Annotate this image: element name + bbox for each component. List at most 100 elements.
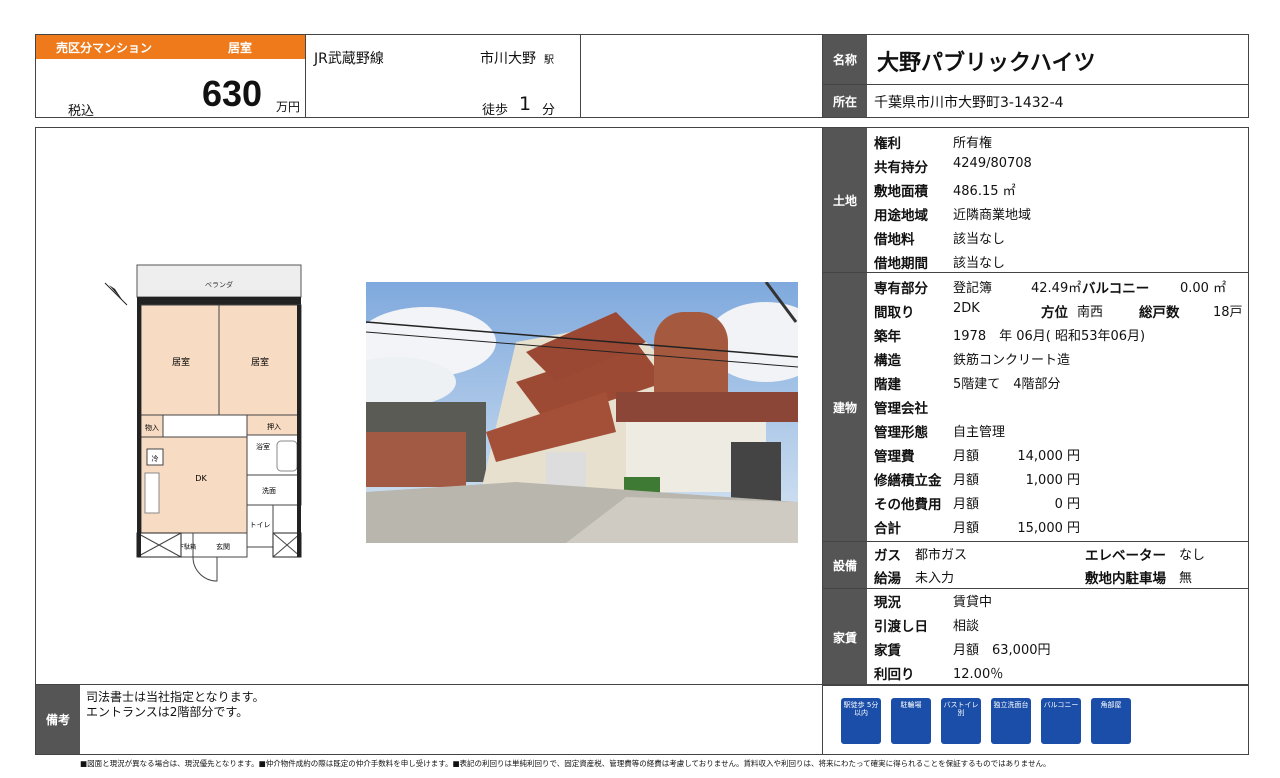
fee-period: 月額 bbox=[953, 473, 980, 488]
fee-label: 管理費 bbox=[874, 449, 915, 465]
land-area-value: 486.15 ㎡ bbox=[953, 184, 1016, 199]
remarks-line2: エントランスは2階部分です。 bbox=[86, 705, 249, 719]
equipment-section: 設備 ガス 都市ガス エレベーター なし 給湯 未入力 敷地内駐車場 無 bbox=[822, 541, 1249, 589]
built-label: 築年 bbox=[874, 329, 901, 345]
units-value: 18戸 bbox=[1213, 305, 1243, 320]
balcony-icon: バルコニー bbox=[1041, 698, 1081, 744]
bath-label: 浴室 bbox=[256, 442, 270, 451]
feature-icons: 駅徒歩 5分以内 駐輪場 バストイレ別 独立洗面台 バルコニー 角部屋 bbox=[822, 684, 1249, 755]
land-term-value: 該当なし bbox=[953, 256, 1006, 271]
land-section: 土地 権利 所有権 共有持分 4249/80708 敷地面積 486.15 ㎡ … bbox=[822, 127, 1249, 273]
room2-label: 居室 bbox=[251, 356, 269, 368]
station-suffix: 駅 bbox=[544, 55, 554, 66]
spacer-box bbox=[580, 34, 823, 118]
wash-label: 洗面 bbox=[262, 486, 276, 495]
fee-period: 月額 bbox=[953, 521, 980, 536]
fee-label: 合計 bbox=[874, 521, 901, 537]
fee-label: 修繕積立金 bbox=[874, 473, 942, 489]
image-panel: ベランダ 居室 居室 物入 押入 冷 DK 浴室 洗面 トイレ 玄関 下駄箱 bbox=[35, 127, 823, 685]
rent-section: 家賃 現況 賃貸中 引渡し日 相談 家賃 月額 63,000円 利回り 12.0… bbox=[822, 588, 1249, 686]
fee-amount: 0 円 bbox=[1054, 497, 1080, 512]
land-right-value: 所有権 bbox=[953, 136, 993, 151]
elevator-value: なし bbox=[1179, 548, 1206, 563]
parking-label: 敷地内駐車場 bbox=[1085, 571, 1166, 587]
status-value: 賃貸中 bbox=[953, 595, 993, 610]
fee-period: 月額 bbox=[953, 449, 980, 464]
tax-label: 税込 bbox=[68, 104, 95, 119]
mgmt-form-label: 管理形態 bbox=[874, 425, 928, 441]
mgmt-company-label: 管理会社 bbox=[874, 401, 928, 417]
building-label: 建物 bbox=[823, 273, 867, 541]
structure-label: 構造 bbox=[874, 353, 901, 369]
price-box: 売区分マンション 居室 税込 630 万円 bbox=[35, 34, 306, 119]
building-photo bbox=[366, 282, 798, 543]
property-name: 大野パブリックハイツ bbox=[877, 51, 1096, 76]
equipment-label: 設備 bbox=[823, 542, 867, 588]
handover-value: 相談 bbox=[953, 619, 980, 634]
mgmt-form-value: 自主管理 bbox=[953, 425, 1006, 440]
rent-amount-label: 家賃 bbox=[874, 643, 901, 659]
walk-minutes: 1 bbox=[519, 93, 532, 115]
property-type-label: 売区分マンション bbox=[56, 41, 153, 55]
elevator-label: エレベーター bbox=[1085, 548, 1166, 564]
fee-amount: 14,000 円 bbox=[1017, 449, 1080, 464]
building-section: 建物 専有部分 登記簿 42.49㎡ バルコニー 0.00 ㎡ 間取り 2DK … bbox=[822, 272, 1249, 542]
land-right-label: 権利 bbox=[874, 136, 901, 152]
units-label: 総戸数 bbox=[1139, 305, 1180, 321]
property-address: 千葉県市川市大野町3-1432-4 bbox=[874, 95, 1064, 111]
status-label: 現況 bbox=[874, 595, 901, 611]
vanity-icon: 独立洗面台 bbox=[991, 698, 1031, 744]
bath-toilet-separate-icon: バストイレ別 bbox=[941, 698, 981, 744]
gas-value: 都市ガス bbox=[915, 548, 968, 563]
direction-label: 方位 bbox=[1041, 305, 1068, 321]
storage1-label: 物入 bbox=[145, 423, 159, 432]
station-name: 市川大野 bbox=[480, 51, 536, 67]
structure-value: 鉄筋コンクリート造 bbox=[953, 353, 1071, 368]
fridge-label: 冷 bbox=[152, 454, 159, 463]
hotwater-label: 給湯 bbox=[874, 571, 901, 587]
fee-label: その他費用 bbox=[874, 497, 942, 513]
footer-note: ■図面と現況が異なる場合は、現況優先となります。■仲介物件成約の際は既定の仲介手… bbox=[80, 759, 1051, 768]
direction-value: 南西 bbox=[1077, 305, 1104, 320]
balcony-label: バルコニー bbox=[1082, 281, 1150, 297]
gas-label: ガス bbox=[874, 548, 901, 564]
name-box: 名称 大野パブリックハイツ 所在 千葉県市川市大野町3-1432-4 bbox=[822, 34, 1249, 118]
access-box: JR武蔵野線 市川大野 駅 徒歩 1 分 bbox=[305, 34, 581, 118]
dk-label: DK bbox=[195, 474, 207, 483]
fee-amount: 15,000 円 bbox=[1017, 521, 1080, 536]
remarks-section: 備考 司法書士は当社指定となります。 エントランスは2階部分です。 bbox=[35, 684, 823, 755]
entrance-label: 玄関 bbox=[216, 542, 230, 551]
floors-value: 5階建て 4階部分 bbox=[953, 377, 1061, 392]
storage2-label: 押入 bbox=[267, 422, 281, 431]
type-header: 売区分マンション 居室 bbox=[36, 35, 305, 59]
land-share-label: 共有持分 bbox=[874, 160, 928, 176]
parking-value: 無 bbox=[1179, 571, 1193, 586]
corner-room-icon: 角部屋 bbox=[1091, 698, 1131, 744]
fee-period: 月額 bbox=[953, 497, 980, 512]
land-term-label: 借地期間 bbox=[874, 256, 928, 272]
land-area-label: 敷地面積 bbox=[874, 184, 928, 200]
walk-label: 徒歩 bbox=[482, 103, 509, 118]
hotwater-value: 未入力 bbox=[915, 571, 955, 586]
balcony-value: 0.00 ㎡ bbox=[1180, 281, 1227, 296]
land-rent-value: 該当なし bbox=[953, 232, 1006, 247]
floors-label: 階建 bbox=[874, 377, 901, 393]
land-rent-label: 借地料 bbox=[874, 232, 915, 248]
room1-label: 居室 bbox=[172, 356, 190, 368]
fee-amount: 1,000 円 bbox=[1025, 473, 1080, 488]
room-type-label: 居室 bbox=[228, 41, 253, 55]
land-label: 土地 bbox=[823, 128, 867, 272]
land-zoning-value: 近隣商業地域 bbox=[953, 208, 1032, 223]
rent-label: 家賃 bbox=[823, 589, 867, 685]
layout-label: 間取り bbox=[874, 305, 915, 321]
floor-plan: ベランダ 居室 居室 物入 押入 冷 DK 浴室 洗面 トイレ 玄関 下駄箱 bbox=[104, 264, 302, 582]
price-unit: 万円 bbox=[276, 100, 301, 114]
yield-value: 12.00％ bbox=[953, 667, 1004, 682]
train-line: JR武蔵野線 bbox=[314, 51, 384, 67]
area-label: 専有部分 bbox=[874, 281, 928, 297]
handover-label: 引渡し日 bbox=[874, 619, 928, 635]
land-zoning-label: 用途地域 bbox=[874, 208, 928, 224]
area-basis: 登記簿 bbox=[953, 281, 993, 296]
area-value: 42.49㎡ bbox=[1031, 281, 1082, 296]
land-share-value: 4249/80708 bbox=[953, 156, 1032, 171]
